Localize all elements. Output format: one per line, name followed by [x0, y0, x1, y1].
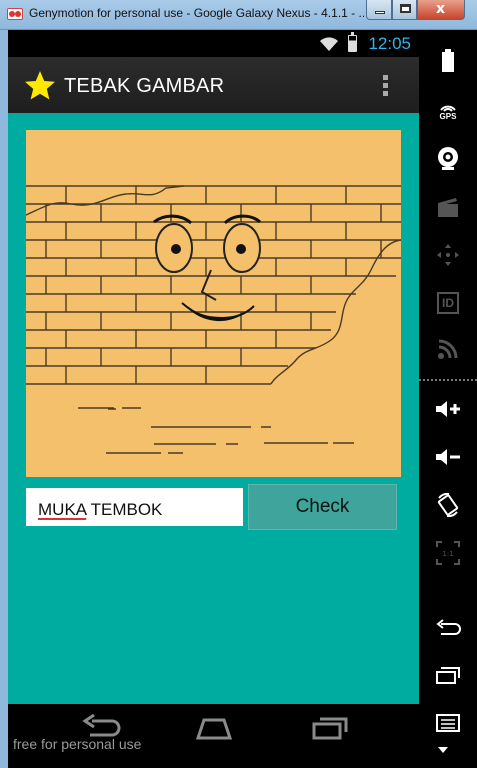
overflow-menu-icon[interactable] — [382, 75, 390, 99]
window-title: Genymotion for personal use - Google Gal… — [29, 6, 364, 20]
genymotion-logo-icon — [7, 8, 23, 20]
webcam-icon[interactable] — [428, 142, 468, 176]
menu-icon[interactable] — [428, 706, 468, 740]
window-titlebar[interactable]: Genymotion for personal use - Google Gal… — [0, 0, 477, 30]
gps-icon[interactable]: GPS — [428, 94, 468, 128]
recent-apps-icon[interactable] — [308, 712, 352, 742]
battery-icon[interactable] — [428, 44, 468, 78]
scale-icon[interactable]: 1:1 — [428, 536, 468, 570]
id-label: ID — [437, 292, 459, 314]
close-icon: x — [436, 1, 446, 17]
sidepanel-separator — [419, 379, 477, 381]
app-title: TEBAK GAMBAR — [64, 75, 225, 97]
camera-clapper-icon[interactable] — [428, 190, 468, 224]
maximize-button[interactable] — [392, 0, 417, 20]
window-frame — [0, 30, 8, 768]
dpad-icon[interactable] — [428, 238, 468, 272]
wifi-icon — [320, 37, 338, 51]
action-bar: TEBAK GAMBAR — [8, 57, 419, 113]
watermark-text: free for personal use — [13, 736, 142, 752]
back-icon[interactable] — [428, 610, 468, 644]
genymotion-sidepanel: GPS ID 1:1 — [419, 30, 477, 768]
rotate-icon[interactable] — [428, 488, 468, 522]
battery-icon — [348, 32, 357, 52]
minimize-icon — [375, 11, 385, 14]
recent-apps-icon[interactable] — [428, 658, 468, 692]
rss-icon[interactable] — [428, 332, 468, 366]
home-icon[interactable] — [192, 712, 236, 742]
close-button[interactable]: x — [417, 0, 465, 20]
id-icon[interactable]: ID — [428, 286, 468, 320]
status-bar: 12:05 — [8, 30, 419, 57]
volume-down-icon[interactable] — [428, 440, 468, 474]
puzzle-image — [26, 130, 401, 477]
device-screen: 12:05 TEBAK GAMBAR MUKA TEMBOK Check fre… — [8, 30, 419, 768]
main-content: MUKA TEMBOK Check — [8, 113, 419, 704]
volume-up-icon[interactable] — [428, 392, 468, 426]
navigation-bar: free for personal use — [8, 704, 419, 768]
maximize-icon — [400, 4, 411, 13]
answer-input[interactable] — [26, 488, 243, 526]
check-button[interactable]: Check — [248, 484, 397, 530]
chevron-down-icon[interactable] — [437, 746, 449, 754]
scale-label: 1:1 — [442, 550, 453, 558]
status-clock: 12:05 — [368, 34, 411, 53]
star-icon[interactable] — [24, 70, 56, 102]
minimize-button[interactable] — [366, 0, 392, 20]
gps-label: GPS — [439, 111, 457, 121]
